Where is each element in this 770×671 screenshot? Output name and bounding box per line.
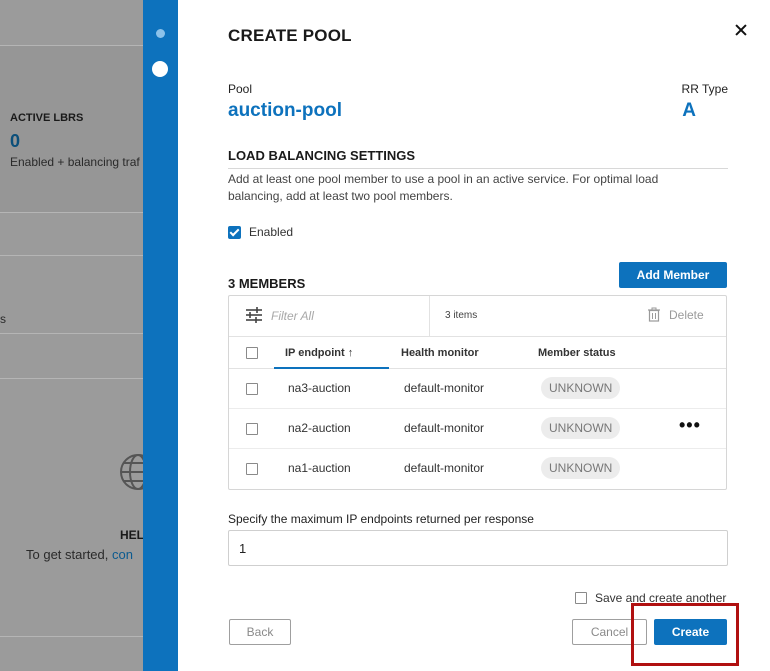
items-count: 3 items [445, 310, 478, 321]
column-ip-endpoint-label: IP endpoint [285, 347, 345, 359]
column-member-status[interactable]: Member status [538, 347, 616, 359]
trash-icon [648, 307, 660, 322]
step-indicator-inactive[interactable] [156, 29, 165, 38]
save-and-create-another[interactable]: Save and create another [575, 591, 726, 605]
divider [0, 333, 143, 334]
wizard-stepper [143, 0, 178, 671]
status-badge: UNKNOWN [541, 457, 621, 479]
divider [0, 212, 143, 213]
health-monitor-cell: default-monitor [404, 381, 485, 395]
enabled-checkbox-row[interactable]: Enabled [228, 225, 293, 239]
pool-name: auction-pool [228, 100, 342, 121]
toolbar-divider [429, 296, 430, 337]
select-all-checkbox[interactable] [246, 347, 258, 359]
create-pool-panel: CREATE POOL Pool auction-pool RR Type A … [178, 0, 770, 671]
help-description: To get started, con [26, 547, 133, 562]
sort-arrow-icon: ↑ [347, 347, 354, 359]
close-icon[interactable] [732, 22, 750, 40]
cancel-button[interactable]: Cancel [572, 619, 647, 645]
divider [0, 378, 143, 379]
health-monitor-cell: default-monitor [404, 421, 485, 435]
save-another-label: Save and create another [595, 591, 727, 605]
delete-label: Delete [669, 307, 704, 322]
background-page: ACTIVE LBRS 0 Enabled + balancing traf s… [0, 0, 143, 671]
health-monitor-cell: default-monitor [404, 461, 485, 475]
delete-button[interactable]: Delete [647, 307, 704, 322]
section-divider [228, 168, 728, 169]
filter-input[interactable]: Filter All [271, 309, 314, 323]
row-checkbox[interactable] [246, 423, 258, 435]
table-toolbar: Filter All 3 items Delete [229, 296, 726, 337]
max-endpoints-input[interactable]: 1 [228, 530, 728, 566]
table-row[interactable]: na2-auction default-monitor UNKNOWN ••• [229, 409, 726, 449]
add-member-button[interactable]: Add Member [619, 262, 727, 288]
load-balancing-title: LOAD BALANCING SETTINGS [228, 148, 416, 163]
active-lbrs-count: 0 [10, 131, 21, 151]
members-table: Filter All 3 items Delete IP endpoint ↑ … [228, 295, 727, 490]
help-title: HEL [120, 528, 143, 542]
column-ip-endpoint[interactable]: IP endpoint ↑ [285, 347, 353, 359]
max-endpoints-label: Specify the maximum IP endpoints returne… [228, 512, 534, 526]
ip-endpoint-cell: na3-auction [288, 381, 351, 395]
active-lbrs-desc: Enabled + balancing traf [10, 155, 140, 169]
create-button[interactable]: Create [654, 619, 727, 645]
active-lbrs-card [0, 46, 143, 212]
ip-endpoint-cell: na2-auction [288, 421, 351, 435]
rr-type-label: RR Type [681, 82, 728, 96]
back-button[interactable]: Back [229, 619, 291, 645]
step-indicator-active[interactable] [152, 61, 168, 77]
table-row[interactable]: na1-auction default-monitor UNKNOWN [229, 449, 726, 489]
status-badge: UNKNOWN [541, 417, 621, 439]
divider [0, 636, 143, 637]
globe-icon [120, 454, 143, 490]
row-checkbox[interactable] [246, 383, 258, 395]
help-link[interactable]: con [112, 547, 133, 562]
status-badge: UNKNOWN [541, 377, 621, 399]
enabled-label: Enabled [249, 225, 294, 239]
pool-label: Pool [228, 82, 253, 96]
members-title: 3 MEMBERS [228, 276, 306, 291]
ip-endpoint-cell: na1-auction [288, 461, 351, 475]
active-lbrs-title: ACTIVE LBRS [10, 112, 84, 124]
save-another-checkbox[interactable] [575, 592, 587, 604]
divider [0, 255, 143, 256]
page-title: CREATE POOL [228, 26, 352, 45]
help-text: To get started, [26, 547, 112, 562]
filter-icon[interactable] [245, 306, 263, 324]
more-options-icon[interactable]: ••• [679, 415, 701, 436]
rr-type-value: A [682, 100, 696, 121]
background-text: s [0, 312, 6, 326]
table-row[interactable]: na3-auction default-monitor UNKNOWN [229, 369, 726, 409]
row-checkbox[interactable] [246, 463, 258, 475]
load-balancing-description: Add at least one pool member to use a po… [228, 172, 659, 203]
enabled-checkbox[interactable] [228, 225, 241, 239]
column-health-monitor[interactable]: Health monitor [401, 347, 479, 359]
table-header: IP endpoint ↑ Health monitor Member stat… [229, 338, 726, 369]
